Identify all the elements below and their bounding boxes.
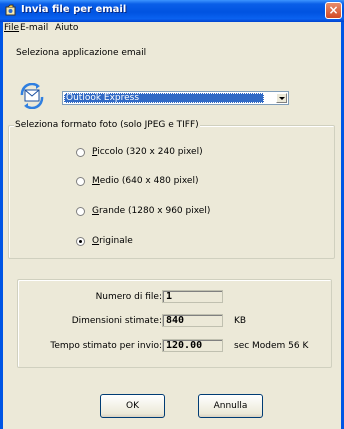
- size-label: Dimensioni stimate:: [71, 316, 162, 326]
- email-app-select[interactable]: Outlook Express: [62, 91, 289, 105]
- refresh-mail-icon: [20, 83, 44, 109]
- radio-large-label[interactable]: Grande (1280 x 960 pixel): [92, 206, 210, 216]
- close-button[interactable]: ×: [325, 2, 342, 19]
- camera-icon: [5, 4, 16, 16]
- menu-email[interactable]: E-mail: [20, 23, 48, 33]
- chevron-down-icon: [279, 97, 285, 100]
- send-email-dialog: Invia file per email × File E-mail Aiuto…: [0, 0, 344, 429]
- menu-file[interactable]: File: [4, 23, 19, 33]
- estimate-group: Numero di file: 1 Dimensioni stimate: 84…: [17, 279, 332, 368]
- cancel-button[interactable]: Annulla: [198, 394, 263, 418]
- email-app-heading: Seleziona applicazione email: [16, 48, 147, 58]
- file-count-label: Numero di file:: [95, 292, 162, 302]
- file-count-field: 1: [162, 290, 223, 303]
- dropdown-button[interactable]: [276, 93, 287, 103]
- menu-help[interactable]: Aiuto: [55, 23, 78, 33]
- time-unit: sec Modem 56 K: [234, 341, 309, 351]
- window-title: Invia file per email: [21, 4, 127, 15]
- size-field: 840: [162, 314, 223, 327]
- radio-medium-label[interactable]: Medio (640 x 480 pixel): [92, 176, 198, 186]
- radio-small[interactable]: [76, 148, 85, 157]
- radio-large[interactable]: [76, 207, 85, 216]
- size-unit: KB: [234, 316, 247, 326]
- photo-format-group: Seleziona formato foto (solo JPEG e TIFF…: [8, 120, 335, 259]
- photo-format-group-title: Seleziona formato foto (solo JPEG e TIFF…: [14, 120, 200, 130]
- radio-small-label[interactable]: Piccolo (320 x 240 pixel): [92, 147, 203, 157]
- radio-original[interactable]: [76, 237, 85, 246]
- ok-button[interactable]: OK: [100, 394, 165, 418]
- time-label: Tempo stimato per invio:: [50, 341, 162, 351]
- radio-original-label[interactable]: Originale: [92, 236, 133, 246]
- title-bar[interactable]: Invia file per email ×: [0, 0, 344, 22]
- time-field: 120.00: [162, 339, 223, 352]
- radio-medium[interactable]: [76, 177, 85, 186]
- email-app-selected-value: Outlook Express: [64, 93, 264, 103]
- menu-bar: File E-mail Aiuto: [3, 22, 341, 36]
